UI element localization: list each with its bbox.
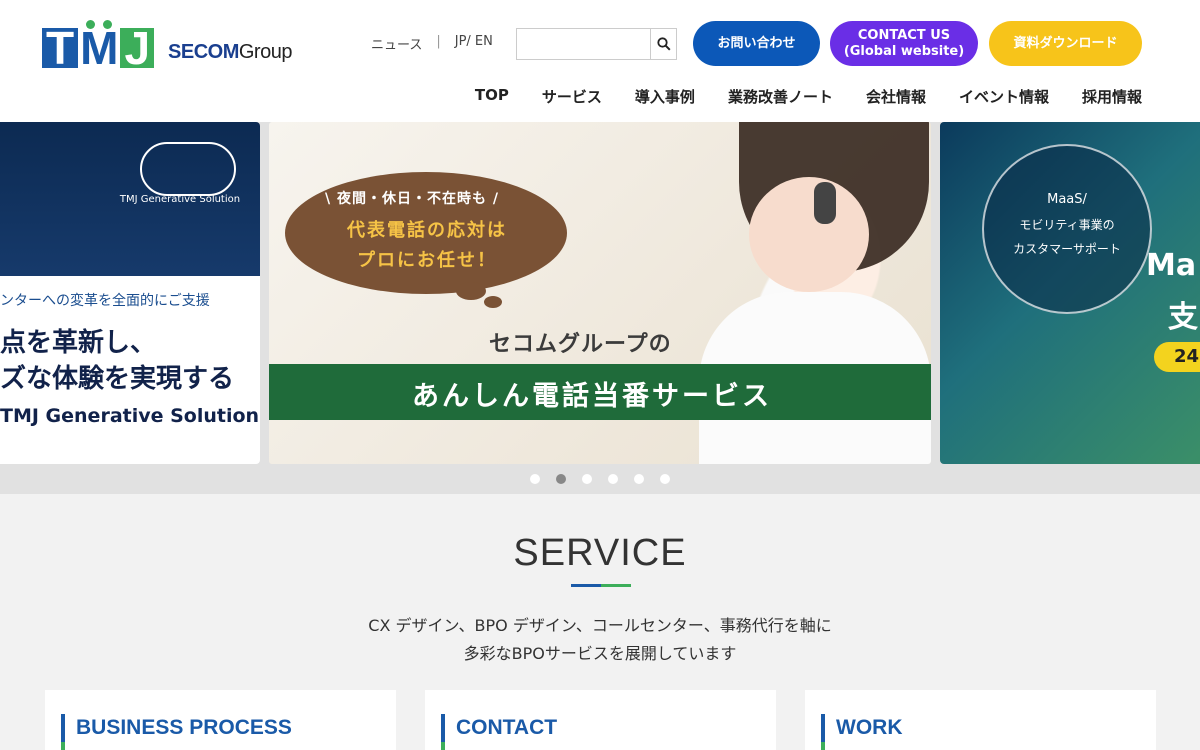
tmj-logo-m: M [78, 20, 121, 74]
speech-bubble-tail-small [484, 296, 502, 308]
site-header: TMJ SECOMGroup ニュース | JP/ EN お問い合わせ CONT… [0, 0, 1200, 122]
nav-item-notes[interactable]: 業務改善ノート [728, 86, 833, 107]
card-accent-bar [441, 714, 445, 750]
slide-band-text: あんしん電話当番サービス [412, 381, 772, 412]
main-nav: TOP サービス 導入事例 業務改善ノート 会社情報 イベント情報 採用情報 [442, 86, 1142, 107]
nav-item-company[interactable]: 会社情報 [866, 86, 926, 107]
tmj-logo-j: J [120, 25, 155, 71]
service-card-business-process[interactable]: BUSINESS PROCESS [45, 690, 396, 750]
carousel-dot-6[interactable] [660, 474, 670, 484]
service-card-work[interactable]: WORK [805, 690, 1156, 750]
secom-brand: SECOM [168, 41, 239, 63]
slide-generative-solution[interactable]: TMJ Generative Solution ンターへの変革を全面的にご支援 … [0, 122, 260, 464]
nav-item-recruit[interactable]: 採用情報 [1082, 86, 1142, 107]
service-title: SERVICE [513, 532, 687, 574]
slide-headline-2: ズな体験を実現する [0, 364, 235, 394]
slide-product-name: TMJ Generative Solution [0, 405, 260, 427]
carousel-dots [0, 474, 1200, 484]
cloud-icon [140, 142, 236, 196]
maas-title: MaaS/ [1047, 192, 1087, 207]
maas-headline-2: 支 [1168, 300, 1198, 335]
inquiry-label: お問い合わせ [717, 35, 796, 51]
carousel-dot-3[interactable] [582, 474, 592, 484]
slide-maas[interactable]: MaaS/ モビリティ事業の カスタマーサポート Ma 支 24 [940, 122, 1200, 464]
nav-item-cases[interactable]: 導入事例 [635, 86, 695, 107]
group-suffix: Group [238, 41, 293, 63]
maas-support: カスタマーサポート [1013, 242, 1121, 256]
nav-item-top[interactable]: TOP [475, 86, 509, 107]
headset-icon [814, 182, 836, 224]
carousel-dot-1[interactable] [530, 474, 540, 484]
operator-face [749, 177, 869, 292]
carousel-dot-4[interactable] [608, 474, 618, 484]
card-label: CONTACT [456, 716, 558, 739]
card-accent-bar [821, 714, 825, 750]
bubble-bottom-text: プロにお任せ！ [357, 250, 497, 271]
slide-phone-service[interactable]: \ 夜間・休日・不在時も / 代表電話の応対は プロにお任せ！ セコムグループの… [269, 122, 931, 464]
service-description-2: 多彩なBPOサービスを展開しています [463, 644, 737, 663]
search-input[interactable] [517, 29, 650, 59]
nav-item-service[interactable]: サービス [542, 86, 602, 107]
card-label: WORK [836, 716, 903, 739]
bubble-mid-text: 代表電話の応対は [347, 220, 507, 241]
contact-us-sublabel: (Global website) [843, 43, 965, 59]
service-description-1: CX デザイン、BPO デザイン、コールセンター、事務代行を軸に [368, 616, 832, 635]
search-box [516, 28, 677, 60]
maas-subtitle: モビリティ事業の [1019, 218, 1115, 232]
inquiry-button[interactable]: お問い合わせ [693, 21, 820, 66]
speech-bubble-tail [456, 282, 486, 300]
news-link[interactable]: ニュース [371, 34, 422, 53]
service-title-rule [571, 584, 631, 587]
tmj-logo-t: T [42, 25, 79, 71]
card-label: BUSINESS PROCESS [76, 716, 292, 739]
contact-us-label: CONTACT US [857, 27, 951, 43]
nav-item-events[interactable]: イベント情報 [959, 86, 1049, 107]
site-logo[interactable]: TMJ SECOMGroup [42, 20, 292, 74]
utility-links: ニュース | JP/ EN [371, 34, 493, 53]
util-separator: | [436, 34, 441, 49]
secom-group-logo: SECOMGroup [168, 41, 292, 64]
bubble-top-text: \ 夜間・休日・不在時も / [325, 191, 499, 207]
carousel-dot-2[interactable] [556, 474, 566, 484]
language-link[interactable]: JP/ EN [455, 34, 493, 53]
contact-us-button[interactable]: CONTACT US (Global website) [830, 21, 978, 66]
carousel-dot-5[interactable] [634, 474, 644, 484]
download-button[interactable]: 資料ダウンロード [989, 21, 1142, 66]
slide-headline-1: 点を革新し、 [0, 328, 157, 358]
slide-tagline: ンターへの変革を全面的にご支援 [0, 293, 210, 309]
maas-headline-1: Ma [1146, 248, 1197, 283]
search-button[interactable] [650, 29, 676, 59]
slide-badge: TMJ Generative Solution [119, 194, 241, 205]
tmj-logo: TMJ [42, 20, 155, 74]
service-card-contact[interactable]: CONTACT [425, 690, 776, 750]
card-accent-bar [61, 714, 65, 750]
slide-subtitle: セコムグループの [489, 332, 672, 357]
download-label: 資料ダウンロード [1013, 35, 1118, 51]
hero-carousel: TMJ Generative Solution ンターへの変革を全面的にご支援 … [0, 122, 1200, 494]
maas-badge: 24 [1154, 342, 1200, 372]
search-icon [656, 37, 671, 51]
